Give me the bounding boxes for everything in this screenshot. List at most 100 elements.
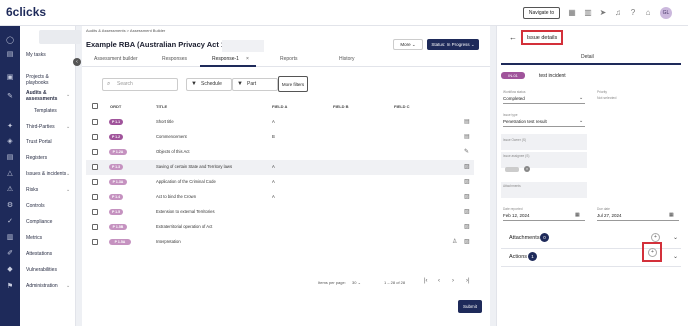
- row-title[interactable]: Commencement: [156, 134, 187, 139]
- menu-item-controls[interactable]: Controls: [26, 203, 45, 209]
- row-title[interactable]: Extension to external Territories: [156, 209, 215, 214]
- tab-responses[interactable]: Responses: [162, 56, 187, 62]
- table-row[interactable]: P 1.3A Application of the Criminal Code …: [86, 175, 474, 190]
- question-icon[interactable]: ?: [628, 8, 638, 18]
- metrics-icon[interactable]: ▥: [5, 233, 15, 243]
- dashboard-icon[interactable]: ▦: [567, 8, 577, 18]
- tab-detail[interactable]: Detail: [581, 54, 594, 60]
- navigate-to-button[interactable]: Navigate to: [523, 7, 560, 19]
- row-title[interactable]: Extraterritorial operation of Act: [156, 224, 212, 229]
- controls-icon[interactable]: ⚙: [5, 201, 15, 211]
- row-checkbox[interactable]: [92, 149, 98, 155]
- user-avatar[interactable]: GL: [660, 7, 672, 19]
- menu-item-risks[interactable]: Risks: [26, 187, 38, 193]
- menu-item-vulnerabilities[interactable]: Vulnerabilities: [26, 267, 57, 273]
- menu-item-attestations[interactable]: Attestations: [26, 251, 52, 257]
- status-button[interactable]: Status: In Progress ⌄: [427, 39, 479, 50]
- row-title[interactable]: Saving of certain State and Territory la…: [156, 164, 232, 169]
- priority-select[interactable]: Not selected: [597, 96, 616, 100]
- items-per-page-select[interactable]: 30 ⌄: [352, 280, 361, 285]
- row-title[interactable]: Interpretation: [156, 239, 181, 244]
- menu-item-compliance[interactable]: Compliance: [26, 219, 52, 225]
- submit-button[interactable]: Submit: [458, 300, 482, 313]
- bookmark-icon[interactable]: ⌂: [643, 8, 653, 18]
- calendar-icon[interactable]: ▦: [669, 212, 674, 218]
- compliance-icon[interactable]: ✓: [5, 217, 15, 227]
- row-checkbox[interactable]: [92, 194, 98, 200]
- table-row[interactable]: P 1.5A Interpretation ♙ ▨: [86, 235, 474, 250]
- document-icon[interactable]: ▤: [464, 133, 470, 140]
- part-filter[interactable]: ▼ Part: [232, 78, 278, 91]
- issue-owner-field[interactable]: [501, 134, 587, 150]
- row-checkbox[interactable]: [92, 224, 98, 230]
- vulnerabilities-icon[interactable]: ◆: [5, 265, 15, 275]
- menu-item-templates[interactable]: Templates: [34, 108, 57, 114]
- prev-page-icon[interactable]: ‹: [438, 278, 440, 284]
- schedule-filter[interactable]: ▼ Schedule: [186, 78, 232, 91]
- document-edit-icon[interactable]: ▨: [464, 238, 470, 245]
- document-icon[interactable]: ▤: [464, 118, 470, 125]
- chevron-down-icon[interactable]: ⌄: [66, 124, 70, 130]
- org-selector[interactable]: [39, 30, 81, 44]
- chart-icon[interactable]: ▥: [583, 8, 593, 18]
- row-checkbox[interactable]: [92, 119, 98, 125]
- row-title[interactable]: Application of the Criminal Code: [156, 179, 216, 184]
- more-filters-button[interactable]: More filters: [278, 76, 308, 92]
- tab-response-1[interactable]: Response-1: [212, 56, 239, 62]
- menu-item-my-tasks[interactable]: My tasks: [26, 52, 46, 58]
- chevron-down-icon[interactable]: ⌄: [66, 171, 70, 177]
- menu-item-registers[interactable]: Registers: [26, 155, 47, 161]
- table-row[interactable]: P 1.5 Extension to external Territories …: [86, 205, 474, 220]
- table-row[interactable]: P 1.5B Extraterritorial operation of Act…: [86, 220, 474, 235]
- row-checkbox[interactable]: [92, 134, 98, 140]
- table-row[interactable]: P 1.4 Act to bind the Crown A ▨: [86, 190, 474, 205]
- third-parties-icon[interactable]: ✦: [5, 122, 15, 132]
- row-checkbox[interactable]: [92, 209, 98, 215]
- close-tab-icon[interactable]: ×: [246, 56, 249, 62]
- menu-item-metrics[interactable]: Metrics: [26, 235, 42, 241]
- add-action-icon[interactable]: +: [648, 248, 657, 257]
- due-date-input[interactable]: Jul 27, 2024: [597, 213, 622, 218]
- date-reported-input[interactable]: Feb 12, 2024: [503, 213, 530, 218]
- chevron-down-icon[interactable]: ⌄: [673, 253, 678, 260]
- column-header-field-a[interactable]: FIELD A: [272, 104, 287, 109]
- chevron-down-icon[interactable]: ⌄: [579, 118, 583, 124]
- first-page-icon[interactable]: |‹: [424, 278, 428, 284]
- chevron-down-icon[interactable]: ⌄: [66, 92, 70, 98]
- table-row[interactable]: P 1.2 Commencement B ▤: [86, 130, 474, 145]
- user-icon[interactable]: ◯: [5, 36, 15, 46]
- attachment-icon[interactable]: ✎: [464, 148, 469, 155]
- menu-item-issues[interactable]: Issues & incidents: [26, 171, 66, 177]
- chevron-down-icon[interactable]: ⌄: [579, 95, 583, 101]
- audits-icon[interactable]: ✎: [5, 92, 15, 102]
- issue-type-select[interactable]: Penetration test result: [503, 119, 547, 124]
- row-checkbox[interactable]: [92, 179, 98, 185]
- app-logo[interactable]: 6clicks: [6, 5, 46, 19]
- tasks-icon[interactable]: ▤: [5, 50, 15, 60]
- workflow-status-select[interactable]: Completed: [503, 96, 525, 101]
- select-all-checkbox[interactable]: [92, 103, 98, 109]
- calendar-icon[interactable]: ▦: [575, 212, 580, 218]
- remove-assignee-icon[interactable]: ×: [524, 166, 530, 172]
- send-icon[interactable]: ➤: [598, 8, 608, 18]
- chevron-down-icon[interactable]: ⌄: [66, 187, 70, 193]
- issues-icon[interactable]: △: [5, 169, 15, 179]
- back-arrow-icon[interactable]: ←: [509, 33, 517, 42]
- document-edit-icon[interactable]: ▨: [464, 163, 470, 170]
- menu-item-administration[interactable]: Administration: [26, 283, 58, 289]
- registers-icon[interactable]: ▤: [5, 153, 15, 163]
- collapse-sidebar-icon[interactable]: ‹: [73, 58, 81, 66]
- row-checkbox[interactable]: [92, 239, 98, 245]
- next-page-icon[interactable]: ›: [452, 278, 454, 284]
- user-assign-icon[interactable]: ♙: [452, 238, 457, 245]
- menu-item-third-parties[interactable]: Third-Parties: [26, 124, 55, 130]
- row-title[interactable]: Act to bind the Crown: [156, 194, 196, 199]
- document-edit-icon[interactable]: ▨: [464, 208, 470, 215]
- breadcrumb[interactable]: Audits & Assessments > Assessment Builde…: [86, 28, 165, 33]
- column-header-ordt[interactable]: ORDT: [110, 104, 121, 109]
- row-title[interactable]: Short title: [156, 119, 174, 124]
- tab-history[interactable]: History: [339, 56, 355, 62]
- table-row[interactable]: P 1.3 Saving of certain State and Territ…: [86, 160, 474, 175]
- search-input[interactable]: ⌕ Search: [102, 78, 178, 91]
- menu-item-projects[interactable]: Projects & playbooks: [26, 74, 66, 86]
